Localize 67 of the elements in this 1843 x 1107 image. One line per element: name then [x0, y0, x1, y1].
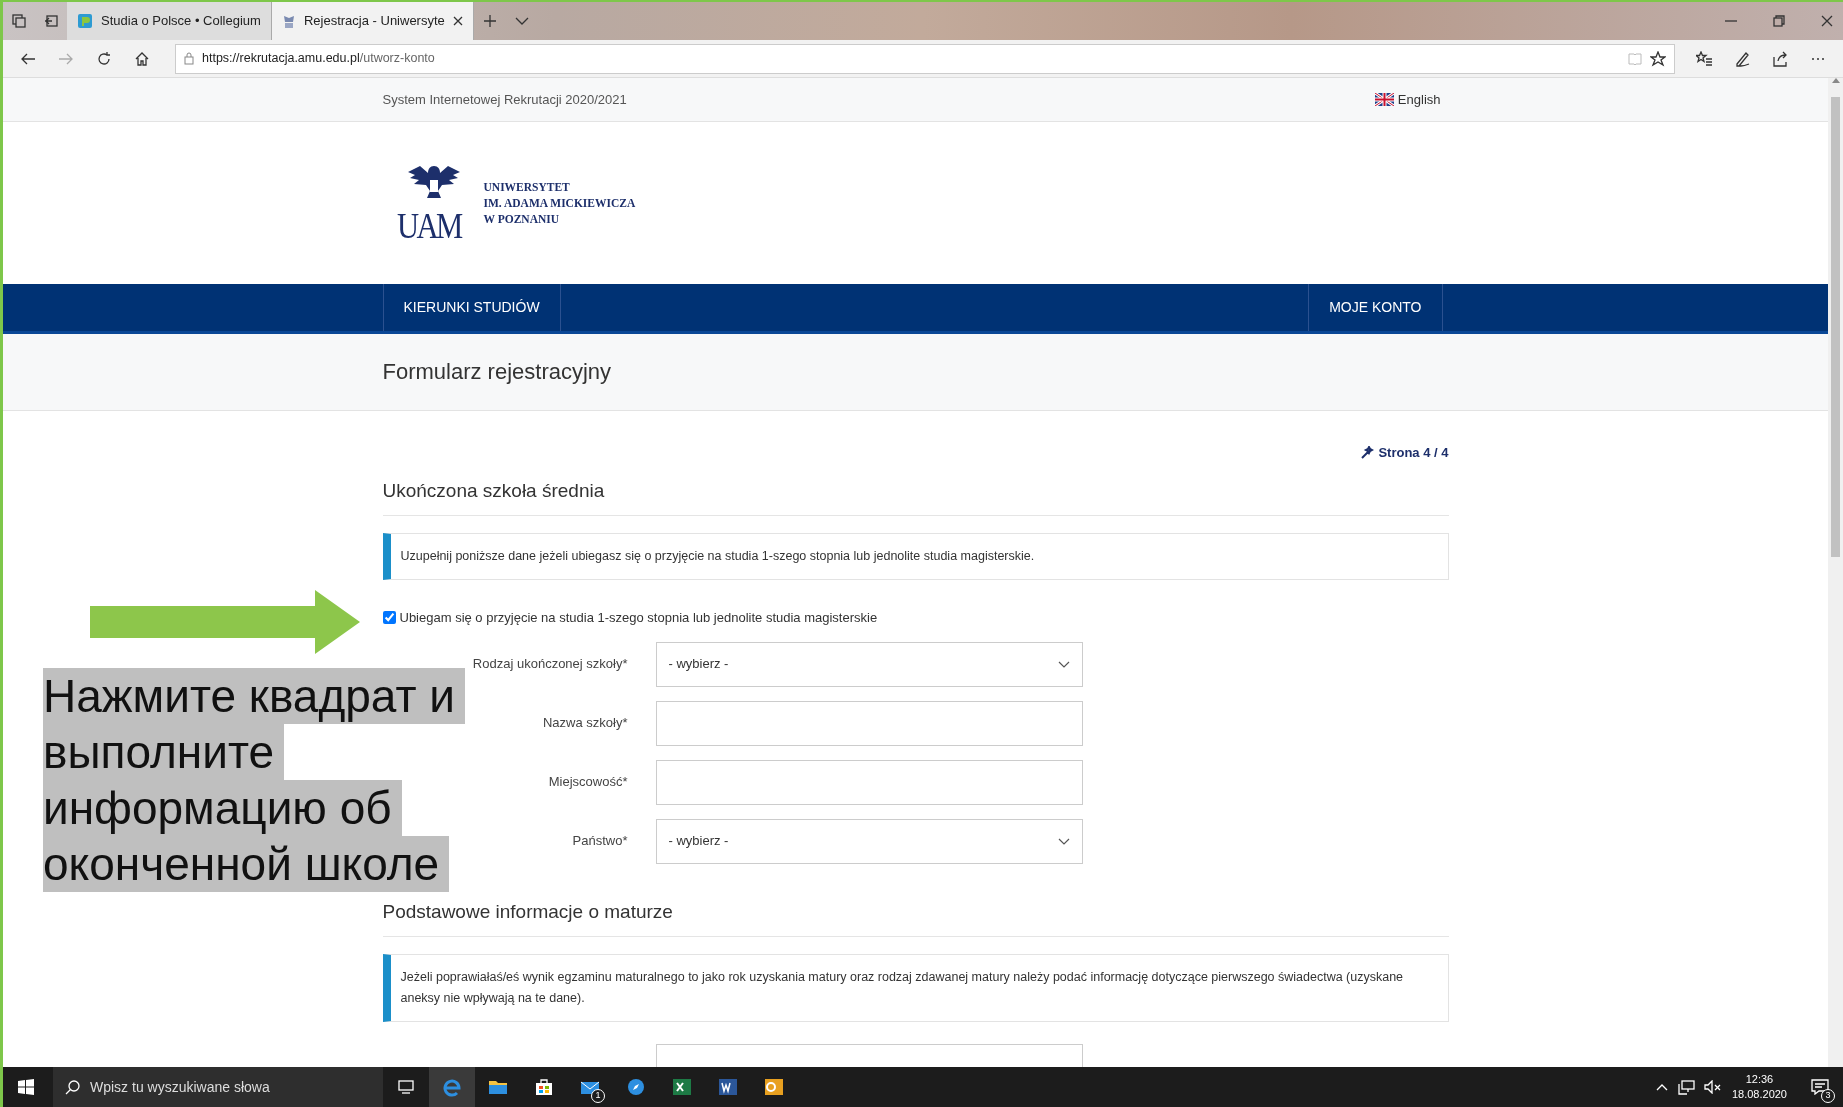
refresh-icon[interactable]	[96, 50, 112, 67]
home-icon[interactable]	[134, 50, 150, 67]
task-view-icon[interactable]	[398, 1079, 414, 1095]
compass-icon[interactable]	[627, 1078, 645, 1096]
annotation-text: оконченной школе	[43, 836, 450, 892]
store-bag-icon[interactable]	[535, 1078, 553, 1096]
input-field[interactable]	[655, 700, 1083, 746]
section-heading: Podstawowe informacje o maturze	[382, 897, 1449, 937]
close-icon[interactable]	[452, 16, 463, 26]
select-field[interactable]: - wybierz -	[655, 641, 1083, 687]
section-heading: Ukończona szkoła średnia	[382, 476, 1449, 516]
star-icon[interactable]	[1650, 50, 1666, 67]
field-label: Miejscowość*	[548, 774, 628, 790]
spreadsheet-app-icon[interactable]	[672, 1077, 692, 1097]
crest-favicon-icon	[281, 13, 296, 29]
system-name: System Internetowej Rekrutacji 2020/2021	[382, 90, 627, 109]
field-label: Rodzaj ukończonej szkoły*	[472, 656, 628, 672]
monogram-logo: UAM	[396, 208, 461, 244]
close-icon[interactable]	[1821, 15, 1833, 27]
favorites-list-icon[interactable]	[1696, 50, 1712, 67]
chevron-down-icon[interactable]	[514, 17, 529, 25]
clock-time: 12:36	[1744, 1072, 1775, 1087]
page-title: Formularz rejestracyjny	[382, 358, 612, 386]
lock-icon	[184, 52, 194, 65]
clock-date: 18.08.2020	[1731, 1087, 1787, 1102]
checkbox[interactable]	[382, 611, 396, 625]
document-app-icon[interactable]	[718, 1077, 738, 1097]
notification-count: 3	[1821, 1089, 1835, 1103]
speaker-muted-icon[interactable]	[1703, 1080, 1722, 1094]
mail-app-icon[interactable]	[764, 1077, 784, 1097]
search-icon	[65, 1079, 80, 1095]
input-field[interactable]	[655, 759, 1083, 805]
favicon-icon	[77, 13, 93, 29]
new-tab-icon[interactable]	[482, 14, 497, 28]
annotation-text: выполните	[43, 724, 285, 780]
taskbar-search-field[interactable]: Wpisz tu wyszukiwane słowa	[53, 1067, 383, 1107]
language-link[interactable]: English	[1374, 89, 1441, 110]
page-counter: Strona 4 / 4	[1378, 444, 1449, 462]
magic-wand-icon	[1361, 446, 1375, 460]
network-icon[interactable]	[1677, 1079, 1696, 1095]
chevron-down-icon	[1057, 837, 1070, 845]
browser-tab[interactable]: Studia o Polsce • Collegium	[67, 2, 272, 40]
checkbox-label: Ubiegam się o przyjęcie na studia 1-szego stopnia lub jednolite studia magisterskie	[399, 609, 878, 627]
select-field[interactable]: - wybierz -	[655, 818, 1083, 864]
chevron-up-icon[interactable]	[1655, 1083, 1668, 1091]
folder-icon[interactable]	[488, 1079, 508, 1095]
field-label: Nazwa szkoły*	[542, 715, 628, 731]
field-label: Państwo*	[572, 833, 628, 849]
chevron-down-icon	[1057, 660, 1070, 668]
pen-icon[interactable]	[1734, 50, 1750, 67]
browser-e-icon[interactable]	[442, 1077, 462, 1097]
flag-icon	[1374, 93, 1394, 106]
annotation-text: Нажмите квадрат и	[43, 668, 465, 724]
info-message: Uzupełnij poniższe dane jeżeli ubiegasz się o przyjęcie na studia 1-szego stopnia lub jednolite studia magisterskie.	[382, 533, 1449, 580]
restore-icon[interactable]	[1773, 15, 1785, 27]
notification-badge: 1	[591, 1089, 605, 1103]
annotation-text: информацию об	[43, 780, 402, 836]
scrollbar-thumb[interactable]	[1831, 97, 1840, 557]
windows-logo-icon	[18, 1079, 34, 1095]
browser-tab[interactable]: Rejestracja - Uniwersyte	[271, 2, 474, 40]
share-icon[interactable]	[1772, 50, 1788, 67]
university-name: UNIWERSYTET IM. ADAMA MICKIEWICZA W POZNANIU	[483, 180, 636, 227]
nav-link[interactable]: KIERUNKI STUDIÓW	[382, 284, 561, 331]
nav-link[interactable]: MOJE KONTO	[1308, 284, 1443, 331]
info-message: Jeżeli poprawiałaś/eś wynik egzaminu maturalnego to jako rok uzyskania matury oraz rodzaj zdawanej matury należy podać informację dotyczące pierwszego świadectwa (uzyskane aneksy nie wpływają na te dane).	[382, 954, 1449, 1022]
tab-aside-icon[interactable]	[44, 15, 58, 27]
tab-stack-icon[interactable]	[12, 14, 26, 28]
